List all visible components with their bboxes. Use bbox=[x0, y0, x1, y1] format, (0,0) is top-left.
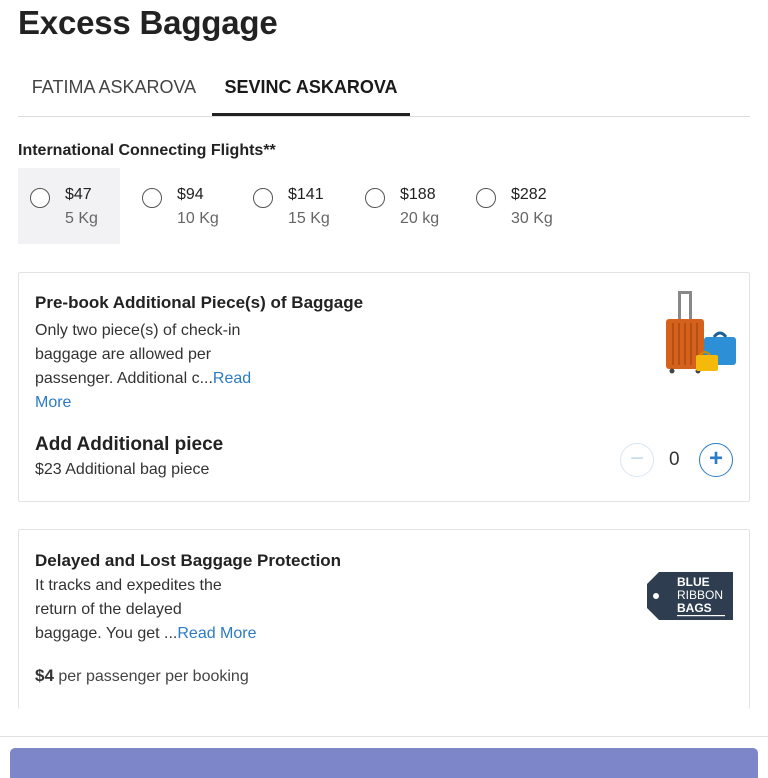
decrement-button[interactable]: − bbox=[620, 443, 654, 477]
description-line: Only two piece(s) of check-in bbox=[35, 322, 241, 339]
option-price: $188 bbox=[400, 186, 436, 203]
logo-text-blue: BLUE bbox=[677, 575, 710, 589]
increment-button[interactable]: + bbox=[699, 443, 733, 477]
option-price: $141 bbox=[288, 186, 324, 203]
option-weight: 5 Kg bbox=[65, 210, 98, 227]
add-additional-piece-title: Add Additional piece bbox=[35, 434, 224, 455]
description-line: return of the delayed bbox=[35, 601, 182, 618]
read-more-link-continued[interactable]: More bbox=[35, 391, 275, 415]
active-tab-indicator bbox=[212, 113, 410, 116]
read-more-link[interactable]: Read More bbox=[177, 625, 256, 642]
passenger-tabs: FATIMA ASKAROVA SEVINC ASKAROVA bbox=[18, 68, 750, 117]
baggage-protection-card: Delayed and Lost Baggage Protection It t… bbox=[18, 529, 750, 709]
protection-title: Delayed and Lost Baggage Protection bbox=[35, 551, 342, 570]
option-weight: 20 kg bbox=[400, 210, 440, 227]
bottom-divider bbox=[0, 736, 768, 737]
option-weight: 15 Kg bbox=[288, 210, 330, 227]
weight-option-10kg[interactable]: $94 10 Kg bbox=[130, 168, 232, 244]
read-more-link[interactable]: Read bbox=[213, 370, 251, 387]
additional-piece-title: Pre-book Additional Piece(s) of Baggage bbox=[35, 293, 364, 312]
protection-price: $4 per passenger per booking bbox=[35, 666, 249, 686]
additional-bag-price: $23 Additional bag piece bbox=[35, 461, 210, 478]
additional-piece-description: Only two piece(s) of check-in baggage ar… bbox=[35, 319, 275, 415]
option-weight: 30 Kg bbox=[511, 210, 553, 227]
logo-text-ribbon: RIBBON bbox=[677, 588, 723, 602]
weights-section-title: International Connecting Flights** bbox=[18, 142, 276, 159]
option-price: $282 bbox=[511, 186, 547, 203]
piece-quantity: 0 bbox=[669, 449, 680, 470]
radio-button[interactable] bbox=[253, 188, 273, 208]
radio-button[interactable] bbox=[142, 188, 162, 208]
protection-price-amount: $4 bbox=[35, 666, 54, 685]
weight-option-5kg[interactable]: $47 5 Kg bbox=[18, 168, 120, 244]
weight-options: $47 5 Kg $94 10 Kg $141 15 Kg $188 20 kg… bbox=[18, 168, 578, 244]
tab-sevinc-askarova[interactable]: SEVINC ASKAROVA bbox=[212, 68, 410, 114]
radio-button[interactable] bbox=[476, 188, 496, 208]
description-line: passenger. Additional c...Read bbox=[35, 367, 275, 391]
description-line: baggage are allowed per bbox=[35, 346, 212, 363]
additional-piece-card: Pre-book Additional Piece(s) of Baggage … bbox=[18, 272, 750, 502]
weight-option-15kg[interactable]: $141 15 Kg bbox=[241, 168, 343, 244]
radio-button[interactable] bbox=[365, 188, 385, 208]
logo-text-bags: BAGS bbox=[677, 601, 712, 615]
option-weight: 10 Kg bbox=[177, 210, 219, 227]
tab-fatima-askarova[interactable]: FATIMA ASKAROVA bbox=[18, 68, 210, 114]
continue-button[interactable] bbox=[10, 748, 758, 778]
description-line: baggage. You get ...Read More bbox=[35, 622, 275, 646]
blue-ribbon-bags-logo: BLUE RIBBON BAGS bbox=[647, 572, 733, 620]
option-price: $94 bbox=[177, 186, 204, 203]
description-line: It tracks and expedites the bbox=[35, 577, 222, 594]
page-title: Excess Baggage bbox=[18, 4, 278, 41]
protection-price-suffix: per passenger per booking bbox=[53, 668, 249, 685]
weight-option-20kg[interactable]: $188 20 kg bbox=[353, 168, 455, 244]
option-price: $47 bbox=[65, 186, 92, 203]
radio-button[interactable] bbox=[30, 188, 50, 208]
description-text: passenger. Additional c... bbox=[35, 370, 213, 387]
description-text: baggage. You get ... bbox=[35, 625, 178, 642]
protection-description: It tracks and expedites the return of th… bbox=[35, 574, 275, 646]
weight-option-30kg[interactable]: $282 30 Kg bbox=[464, 168, 566, 244]
luggage-icon bbox=[666, 291, 736, 374]
